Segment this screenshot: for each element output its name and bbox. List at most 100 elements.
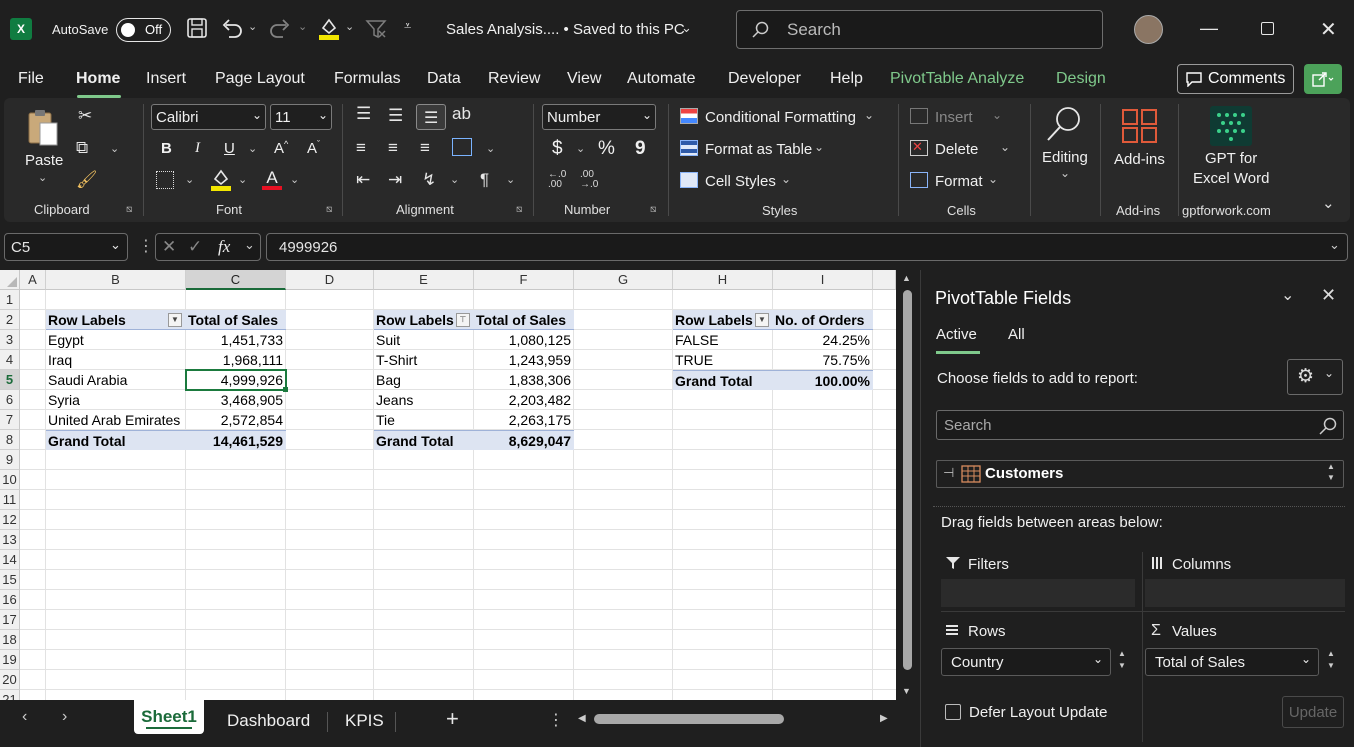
- row-header-1[interactable]: 1: [0, 290, 20, 310]
- customize-qat-icon[interactable]: ⩡: [404, 18, 411, 34]
- pane-close-icon[interactable]: ✕: [1321, 285, 1336, 306]
- table-name[interactable]: Customers: [985, 465, 1063, 482]
- pivot2-value[interactable]: 2,203,482: [474, 390, 574, 410]
- pivot3-value[interactable]: 75.75%: [773, 350, 873, 370]
- delete-button[interactable]: Delete: [935, 141, 978, 158]
- pane-options-chevron-icon[interactable]: ⌄: [1281, 285, 1294, 305]
- defer-layout-checkbox[interactable]: [945, 704, 961, 720]
- bold-button[interactable]: B: [161, 140, 172, 157]
- pivot1-value[interactable]: 2,572,854: [186, 410, 286, 430]
- tab-insert[interactable]: Insert: [146, 70, 186, 88]
- scroll-down-icon[interactable]: ▼: [902, 686, 911, 696]
- pivot3-label[interactable]: FALSE: [673, 330, 773, 350]
- field-list-scroll-icon[interactable]: ▲ ▼: [1327, 461, 1335, 483]
- values-field-chip[interactable]: Total of Sales ⌄: [1145, 648, 1319, 676]
- chevron-down-icon[interactable]: ⌄: [781, 172, 791, 186]
- horizontal-scroll-thumb[interactable]: [594, 714, 784, 724]
- tab-automate[interactable]: Automate: [627, 70, 695, 88]
- row-header-14[interactable]: 14: [0, 550, 20, 570]
- conditional-formatting-button[interactable]: Conditional Formatting: [705, 109, 856, 126]
- font-color-icon[interactable]: A: [262, 168, 282, 190]
- currency-dropdown-icon[interactable]: ⌄: [576, 142, 585, 155]
- row-header-15[interactable]: 15: [0, 570, 20, 590]
- direction-dropdown-icon[interactable]: ⌄: [506, 173, 515, 186]
- rows-scroll-icon[interactable]: ▲ ▼: [1118, 648, 1126, 672]
- cell-styles-button[interactable]: Cell Styles: [705, 173, 776, 190]
- scroll-left-icon[interactable]: ◀: [578, 713, 586, 724]
- copy-icon[interactable]: ⧉: [76, 138, 88, 158]
- column-header-b[interactable]: B: [46, 270, 186, 290]
- add-ins-icon[interactable]: [1121, 108, 1159, 147]
- pivot1-grand-total-value[interactable]: 14,461,529: [186, 430, 286, 450]
- increase-decimal-icon[interactable]: ←.0.00: [548, 170, 566, 190]
- document-title[interactable]: Sales Analysis.... • Saved to this PC: [446, 21, 685, 38]
- pivot3-grand-total-value[interactable]: 100.00%: [773, 370, 873, 390]
- add-ins-button[interactable]: Add-ins: [1114, 151, 1165, 168]
- row-header-13[interactable]: 13: [0, 530, 20, 550]
- pivot3-value[interactable]: 24.25%: [773, 330, 873, 350]
- italic-button[interactable]: I: [195, 140, 200, 157]
- pivot1-value[interactable]: 3,468,905: [186, 390, 286, 410]
- fill-dropdown-icon[interactable]: ⌄: [238, 173, 247, 186]
- paste-label[interactable]: Paste: [25, 152, 63, 169]
- align-top-icon[interactable]: ☰: [356, 104, 371, 124]
- pivot1-label[interactable]: Saudi Arabia: [46, 370, 186, 390]
- underline-dropdown-icon[interactable]: ⌄: [248, 142, 257, 155]
- pivot2-label[interactable]: Tie: [374, 410, 474, 430]
- rows-field-chip[interactable]: Country ⌄: [941, 648, 1111, 676]
- paste-dropdown-icon[interactable]: ⌄: [38, 171, 47, 184]
- pivot2-label[interactable]: T-Shirt: [374, 350, 474, 370]
- alignment-launcher-icon[interactable]: ⧅: [516, 204, 522, 215]
- merge-center-icon[interactable]: [452, 138, 472, 156]
- pivot3-header-orders[interactable]: No. of Orders: [773, 310, 873, 330]
- currency-button[interactable]: $: [552, 138, 563, 160]
- restore-icon[interactable]: [1261, 22, 1274, 35]
- format-as-table-button[interactable]: Format as Table: [705, 141, 812, 158]
- clear-filter-icon[interactable]: [365, 18, 387, 43]
- redo-icon[interactable]: [268, 17, 292, 44]
- chevron-down-icon[interactable]: ⌄: [244, 237, 255, 253]
- tab-home[interactable]: Home: [76, 70, 120, 88]
- filter-applied-icon[interactable]: ⊤: [456, 313, 470, 327]
- text-direction-icon[interactable]: ¶: [480, 170, 489, 190]
- font-family-select[interactable]: Calibri ⌄: [151, 104, 266, 130]
- wrap-text-icon[interactable]: ↯: [422, 170, 436, 190]
- pivot2-value[interactable]: 1,838,306: [474, 370, 574, 390]
- pivot2-grand-total-label[interactable]: Grand Total: [374, 430, 474, 450]
- tab-pivottable-analyze[interactable]: PivotTable Analyze: [890, 70, 1024, 88]
- magnifier-icon[interactable]: [1044, 104, 1084, 147]
- pivot2-label[interactable]: Bag: [374, 370, 474, 390]
- pivot2-grand-total-value[interactable]: 8,629,047: [474, 430, 574, 450]
- row-header-17[interactable]: 17: [0, 610, 20, 630]
- comments-button[interactable]: Comments: [1177, 64, 1294, 94]
- row-header-5[interactable]: 5: [0, 370, 20, 390]
- column-header-f[interactable]: F: [474, 270, 574, 290]
- comma-button[interactable]: 9: [635, 138, 646, 160]
- update-button[interactable]: Update: [1282, 696, 1344, 728]
- minimize-icon[interactable]: —: [1200, 18, 1218, 39]
- select-all-corner[interactable]: [0, 270, 20, 290]
- undo-icon[interactable]: [220, 17, 244, 44]
- row-header-10[interactable]: 10: [0, 470, 20, 490]
- gpt-line1[interactable]: GPT for: [1205, 150, 1257, 167]
- pivot1-header-row-labels[interactable]: Row Labels: [46, 310, 186, 330]
- redo-dropdown-icon[interactable]: ⌄: [298, 20, 307, 33]
- tab-file[interactable]: File: [18, 70, 44, 88]
- scroll-up-icon[interactable]: ▲: [902, 273, 911, 283]
- chevron-down-icon[interactable]: ⌄: [992, 108, 1002, 122]
- tab-developer[interactable]: Developer: [728, 70, 801, 88]
- field-settings-button[interactable]: ⚙ ⌄: [1287, 359, 1343, 395]
- more-options-icon[interactable]: ⋮: [548, 710, 564, 730]
- tab-formulas[interactable]: Formulas: [334, 70, 401, 88]
- pivot1-value[interactable]: 1,968,111: [186, 350, 286, 370]
- pivot1-label[interactable]: United Arab Emirates: [46, 410, 186, 430]
- close-icon[interactable]: ✕: [1320, 17, 1337, 42]
- row-header-12[interactable]: 12: [0, 510, 20, 530]
- pivot1-label[interactable]: Iraq: [46, 350, 186, 370]
- title-chevron-down-icon[interactable]: ⌄: [681, 20, 692, 36]
- pivot2-value[interactable]: 2,263,175: [474, 410, 574, 430]
- insert-function-icon[interactable]: fx: [218, 237, 230, 257]
- pivot2-value[interactable]: 1,243,959: [474, 350, 574, 370]
- pivot1-header-total[interactable]: Total of Sales: [186, 310, 286, 330]
- autosave-toggle[interactable]: Off: [116, 18, 171, 42]
